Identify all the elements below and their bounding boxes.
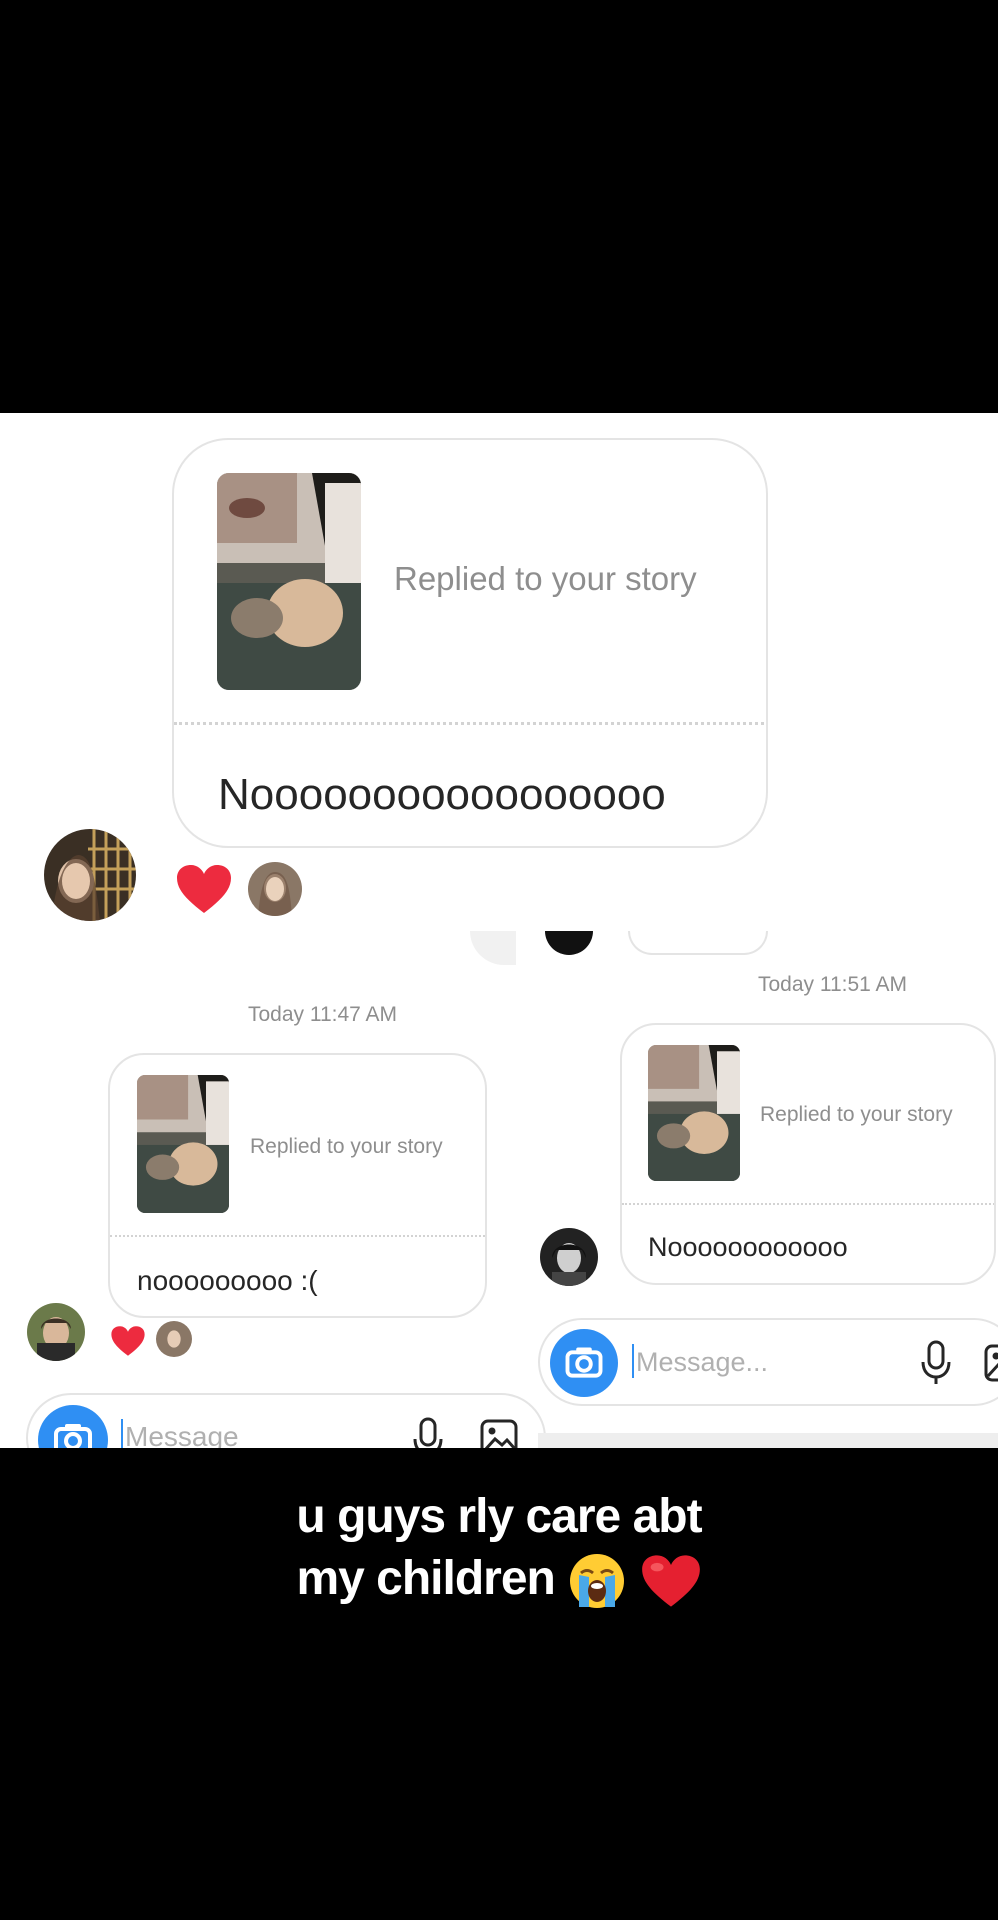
sender-avatar[interactable] bbox=[27, 1303, 85, 1361]
partial-bubble-edge bbox=[470, 931, 516, 965]
sender-avatar[interactable] bbox=[44, 829, 136, 921]
dotted-divider bbox=[622, 1203, 994, 1205]
reply-label: Replied to your story bbox=[394, 560, 697, 597]
text-caret bbox=[121, 1419, 123, 1448]
heart-icon[interactable] bbox=[110, 1325, 146, 1357]
loudly-crying-face-emoji bbox=[567, 1551, 627, 1611]
timestamp: Today 11:47 AM bbox=[248, 1003, 398, 1026]
microphone-icon[interactable] bbox=[920, 1340, 952, 1386]
sender-avatar[interactable] bbox=[540, 1228, 598, 1286]
partial-bubble-edge bbox=[545, 931, 593, 955]
gallery-icon[interactable] bbox=[984, 1344, 998, 1382]
reply-label: Replied to your story bbox=[760, 1103, 953, 1126]
story-reply-bubble[interactable]: Replied to your story Noooooooooooo bbox=[620, 1023, 996, 1285]
message-input[interactable] bbox=[125, 1415, 345, 1448]
text-caret bbox=[632, 1344, 634, 1378]
bottom-edge-strip bbox=[538, 1433, 998, 1448]
story-reply-bubble[interactable]: Replied to your story Nooooooooooooooooo bbox=[172, 438, 768, 848]
message-composer[interactable] bbox=[538, 1318, 998, 1406]
timestamp: Today 11:51 AM bbox=[758, 973, 908, 996]
message-input[interactable] bbox=[636, 1340, 836, 1384]
message-text: Nooooooooooooooooo bbox=[218, 770, 666, 819]
caption-line-1: u guys rly care abt bbox=[296, 1490, 702, 1543]
story-reply-bubble[interactable]: Replied to your story nooooooooo :( bbox=[108, 1053, 487, 1318]
gallery-icon[interactable] bbox=[480, 1419, 518, 1448]
camera-button[interactable] bbox=[550, 1329, 618, 1397]
message-text: Noooooooooooo bbox=[648, 1232, 848, 1262]
camera-icon bbox=[565, 1347, 603, 1378]
heart-icon[interactable] bbox=[175, 863, 233, 915]
story-thumbnail[interactable] bbox=[217, 473, 361, 690]
reactor-avatar[interactable] bbox=[248, 862, 302, 916]
reply-label: Replied to your story bbox=[250, 1135, 443, 1158]
dotted-divider bbox=[174, 722, 766, 725]
red-heart-emoji bbox=[640, 1553, 702, 1609]
bottom-black-bar: u guys rly care abt my children bbox=[0, 1448, 998, 1920]
story-thumbnail[interactable] bbox=[648, 1045, 740, 1181]
partial-bubble-edge bbox=[628, 931, 768, 955]
story-thumbnail[interactable] bbox=[137, 1075, 229, 1213]
message-composer[interactable] bbox=[26, 1393, 546, 1448]
camera-button[interactable] bbox=[38, 1405, 108, 1448]
microphone-icon[interactable] bbox=[412, 1417, 444, 1448]
caption-line-2-text: my children bbox=[296, 1552, 555, 1605]
message-text: nooooooooo :( bbox=[137, 1265, 318, 1296]
screenshot-collage: Replied to your story Nooooooooooooooooo… bbox=[0, 413, 998, 1448]
dotted-divider bbox=[110, 1235, 485, 1237]
reactor-avatar[interactable] bbox=[156, 1321, 192, 1357]
camera-icon bbox=[54, 1424, 92, 1448]
caption-line-2: my children bbox=[0, 1548, 998, 1611]
caption-text: u guys rly care abt my children bbox=[0, 1486, 998, 1611]
top-black-bar bbox=[0, 0, 998, 413]
